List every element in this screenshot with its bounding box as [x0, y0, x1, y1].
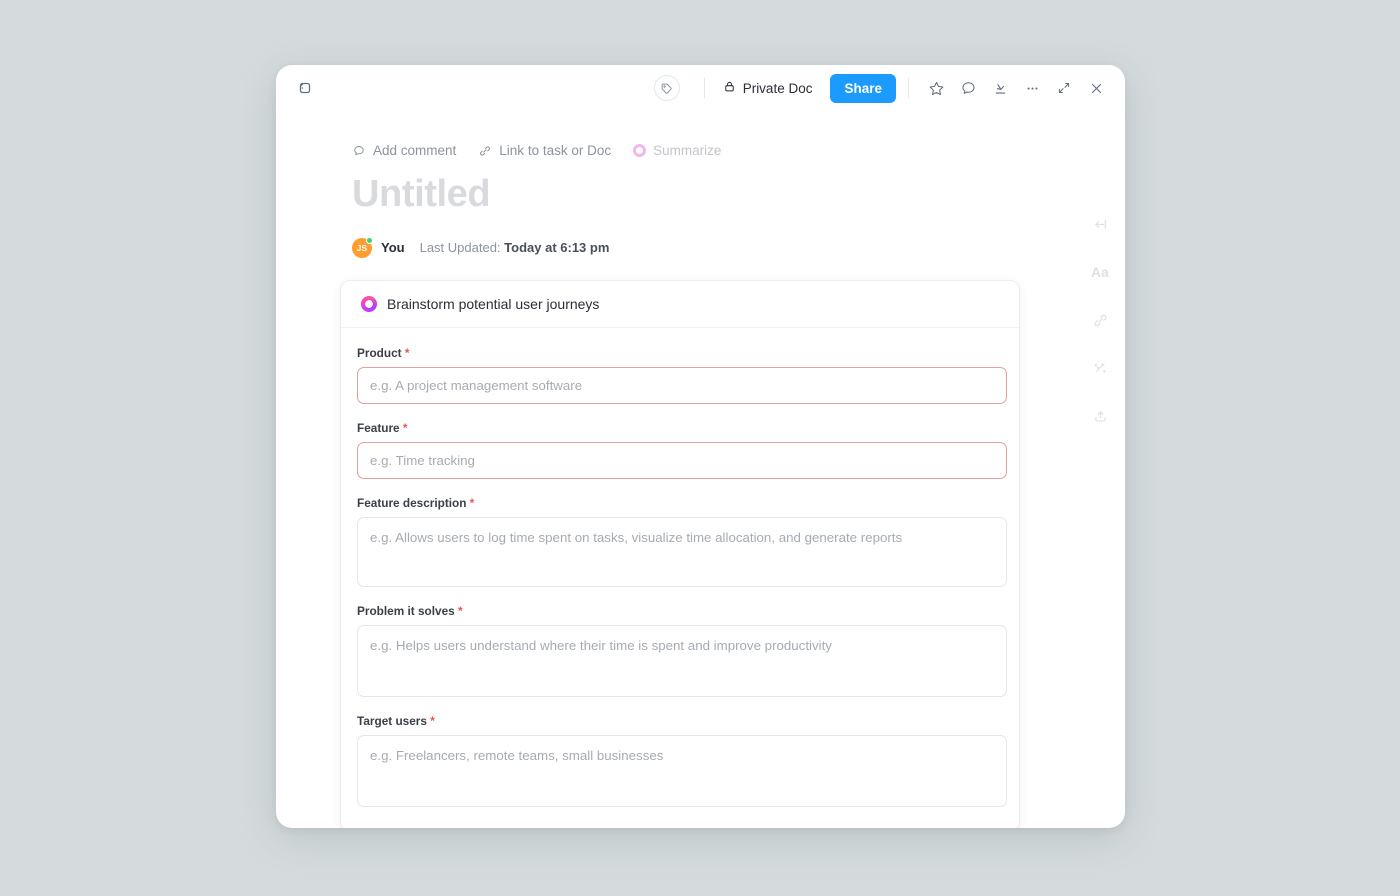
upload-icon[interactable] [1087, 403, 1113, 429]
feature-input[interactable] [357, 441, 1007, 479]
modal-toolbar: Private Doc Share [276, 65, 1125, 111]
field-target-users-label: Target users * [357, 714, 999, 728]
ellipsis-icon[interactable] [1017, 73, 1047, 103]
page-title[interactable]: Untitled [352, 173, 1042, 216]
field-feature-description-label-text: Feature description [357, 495, 467, 510]
field-target-users: Target users * [357, 714, 1007, 807]
field-feature-description-label: Feature description * [357, 496, 999, 510]
add-comment-action[interactable]: Add comment [352, 143, 456, 158]
toolbar-divider-2 [908, 78, 909, 98]
field-product: Product * [357, 346, 1007, 404]
problem-it-solves-textarea[interactable] [357, 624, 1007, 697]
product-input[interactable] [357, 366, 1007, 404]
download-icon[interactable] [985, 73, 1015, 103]
field-feature-label-text: Feature [357, 420, 400, 435]
field-feature-description: Feature description * [357, 496, 1007, 587]
field-target-users-label-text: Target users [357, 713, 427, 728]
privacy-status[interactable]: Private Doc [717, 76, 819, 100]
last-updated-label: Last Updated: [419, 240, 501, 256]
document-meta: JS You Last Updated: Today at 6:13 pm [352, 236, 1042, 258]
star-icon[interactable] [921, 73, 951, 103]
expand-icon[interactable] [1049, 73, 1079, 103]
add-comment-label: Add comment [373, 143, 457, 158]
required-asterisk: * [404, 345, 410, 360]
undo-icon[interactable] [290, 73, 320, 103]
document-body: Aa Add comment Link to task or Doc Summa… [276, 111, 1125, 828]
summarize-action[interactable]: Summarize [633, 143, 721, 158]
share-button[interactable]: Share [830, 73, 896, 103]
link-icon[interactable] [1087, 307, 1113, 333]
avatar[interactable]: JS [352, 236, 373, 258]
field-problem-it-solves-label: Problem it solves * [357, 604, 999, 618]
ai-card-header: Brainstorm potential user journeys [341, 281, 1019, 328]
close-icon[interactable] [1081, 73, 1111, 103]
quick-actions-bar: Add comment Link to task or Doc Summariz… [352, 143, 1042, 158]
privacy-label: Private Doc [742, 80, 813, 96]
required-asterisk: * [457, 603, 463, 618]
last-updated-value: Today at 6:13 pm [504, 240, 610, 256]
document-column: Add comment Link to task or Doc Summariz… [340, 143, 1042, 828]
target-users-textarea[interactable] [357, 734, 1007, 807]
aa-glyph: Aa [1091, 264, 1109, 280]
right-toolbar-rail: Aa [1087, 211, 1113, 429]
field-feature: Feature * [357, 421, 1007, 479]
ai-card-form: Product * Feature * [341, 328, 1019, 828]
lock-icon [723, 80, 736, 96]
comment-icon[interactable] [953, 73, 983, 103]
toolbar-right-group: Private Doc Share [653, 73, 1111, 103]
field-problem-it-solves: Problem it solves * [357, 604, 1007, 697]
doc-modal-window: Private Doc Share Aa Add comment Link to… [276, 65, 1125, 828]
document-scroll-area[interactable]: Add comment Link to task or Doc Summariz… [276, 111, 1125, 828]
required-asterisk: * [402, 420, 408, 435]
last-updated: Last Updated: Today at 6:13 pm [420, 240, 610, 255]
author-name: You [381, 240, 405, 256]
feature-description-textarea[interactable] [357, 516, 1007, 587]
required-asterisk: * [469, 495, 475, 510]
link-icon [478, 144, 492, 158]
ai-sparkle-icon [633, 144, 647, 157]
field-feature-label: Feature * [357, 421, 999, 435]
summarize-label: Summarize [653, 143, 722, 158]
magic-wand-icon[interactable] [1087, 355, 1113, 381]
presence-indicator [366, 236, 373, 244]
ai-prompt-card: Brainstorm potential user journeys Produ… [340, 279, 1020, 828]
comment-icon [352, 144, 366, 158]
field-product-label-text: Product [357, 345, 402, 360]
tag-icon[interactable] [653, 75, 680, 101]
ai-gradient-ring-icon [361, 295, 377, 312]
field-product-label: Product * [357, 346, 999, 360]
toolbar-divider-1 [703, 78, 705, 98]
ai-card-title: Brainstorm potential user journeys [387, 295, 600, 312]
field-problem-it-solves-label-text: Problem it solves [357, 603, 455, 618]
toolbar-left-group [290, 73, 320, 103]
link-to-task-label: Link to task or Doc [499, 143, 612, 158]
aa-icon[interactable]: Aa [1087, 259, 1113, 285]
required-asterisk: * [430, 713, 435, 728]
link-to-task-action[interactable]: Link to task or Doc [478, 143, 611, 158]
arrow-left-bar-icon[interactable] [1087, 211, 1113, 237]
